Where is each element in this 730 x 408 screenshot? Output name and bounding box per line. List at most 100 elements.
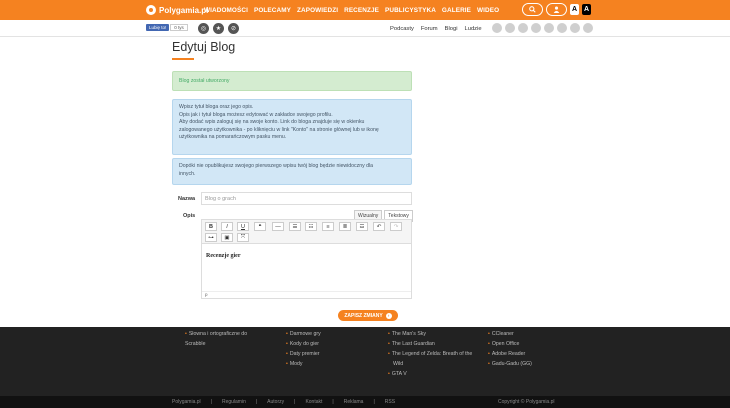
separator: |	[332, 399, 334, 405]
bottom-link-reklama[interactable]: Reklama	[344, 399, 364, 405]
note-alert: Dopóki nie opublikujesz swojego pierwsze…	[172, 158, 412, 185]
footer-column-1: • Słowna i ortograficzne do Scrabble	[185, 329, 247, 349]
copyright: Copyright © Polygamia.pl	[498, 399, 555, 405]
info-alert-line: zalogowanego użytkownika - po kliknięciu…	[179, 126, 379, 133]
save-changes-label: ZAPISZ ZMIANY	[344, 312, 383, 319]
editor-toolbar: B I U ❝ — ☰ ☷ ≡ ≣ ☲ ↶ ↷ ⊶ ▣ ⤧	[202, 220, 411, 244]
success-alert: Blog został utworzony	[172, 71, 412, 91]
link-icon[interactable]: ⊶	[205, 233, 217, 242]
footer-column-2: • Darmowe gry • Kody do gier • Daty premier…	[286, 329, 321, 369]
footer-link[interactable]: • Gadu-Gadu (GG)	[488, 359, 532, 369]
align-center-icon[interactable]: ≣	[339, 222, 351, 231]
undo-icon[interactable]: ↶	[373, 222, 385, 231]
footer-column-4: • CCleaner • Open Office • Adobe Reader • Ga…	[488, 329, 532, 369]
separator: |	[373, 399, 375, 405]
link-ludzie[interactable]: Ludzie	[465, 26, 482, 32]
main-content: Edytuj Blog Blog został utworzony Wpisz …	[0, 37, 730, 327]
social-icon-2[interactable]	[505, 23, 515, 33]
separator: |	[294, 399, 296, 405]
nav-galerie[interactable]: GALERIE	[442, 7, 471, 14]
numbered-list-icon[interactable]: ☷	[305, 222, 317, 231]
footer-link[interactable]: • Darmowe gry	[286, 329, 321, 339]
footer-link[interactable]: • Adobe Reader	[488, 349, 532, 359]
fullscreen-icon[interactable]: ⤧	[237, 233, 249, 242]
redo-icon[interactable]: ↷	[390, 222, 402, 231]
bottom-link-regulamin[interactable]: Regulamin	[222, 399, 246, 405]
bold-button[interactable]: B	[205, 222, 217, 231]
bottom-link-rss[interactable]: RSS	[385, 399, 395, 405]
nav-wideo[interactable]: WIDEO	[477, 7, 499, 14]
footer-link[interactable]: • Mody	[286, 359, 321, 369]
bottom-bar: Polygamia.pl | Regulamin | Autorzy | Kon…	[0, 396, 730, 408]
social-icon-7[interactable]	[570, 23, 580, 33]
star-icon[interactable]: ★	[213, 23, 224, 34]
bottom-link-home[interactable]: Polygamia.pl	[172, 399, 201, 405]
nav-recenzje[interactable]: RECENZJE	[344, 7, 379, 14]
facebook-like-button[interactable]: Lubię to!	[146, 24, 170, 31]
footer-link[interactable]: • GTA V	[388, 369, 472, 379]
horizontal-rule-icon[interactable]: —	[272, 222, 284, 231]
main-nav: WIADOMOŚCI POLECAMY ZAPOWIEDZI RECENZJE …	[204, 0, 499, 20]
social-icon-3[interactable]	[518, 23, 528, 33]
italic-button[interactable]: I	[221, 222, 233, 231]
bullet-list-icon[interactable]: ☰	[289, 222, 301, 231]
bottom-link-autorzy[interactable]: Autorzy	[267, 399, 284, 405]
contrast-light-button[interactable]: A	[570, 4, 579, 15]
social-icon-4[interactable]	[531, 23, 541, 33]
footer-link[interactable]: • Słowna i ortograficzne do	[185, 329, 247, 339]
search-button[interactable]	[522, 3, 543, 16]
bottom-link-kontakt[interactable]: Kontakt	[305, 399, 322, 405]
compass-icon[interactable]: ⊘	[228, 23, 239, 34]
nav-wiadomosci[interactable]: WIADOMOŚCI	[204, 7, 248, 14]
social-icon-5[interactable]	[544, 23, 554, 33]
footer-link[interactable]: • CCleaner	[488, 329, 532, 339]
nav-zapowiedzi[interactable]: ZAPOWIEDZI	[297, 7, 338, 14]
footer-link[interactable]: • The Last Guardian	[388, 339, 472, 349]
save-changes-button[interactable]: ZAPISZ ZMIANY ›	[338, 310, 398, 321]
link-podcasty[interactable]: Podcasty	[390, 26, 414, 32]
footer-link[interactable]: • Daty premier	[286, 349, 321, 359]
logo-text: Polygamia.pl	[159, 5, 209, 15]
editor-content[interactable]: Recenzje gier	[206, 253, 240, 259]
footer-link[interactable]: • The Man's Sky	[388, 329, 472, 339]
footer-column-3: • The Man's Sky • The Last Guardian • The L…	[388, 329, 472, 379]
description-editor[interactable]: B I U ❝ — ☰ ☷ ≡ ≣ ☲ ↶ ↷ ⊶ ▣ ⤧ Recenzje g…	[201, 219, 412, 299]
blog-name-input[interactable]: Blog o grach	[201, 192, 412, 205]
info-alert-line: użytkownika na pomarańczowym pasku menu.	[179, 134, 287, 140]
title-underline	[172, 58, 194, 60]
footer-link[interactable]: Wild	[388, 359, 472, 369]
social-icon-1[interactable]	[492, 23, 502, 33]
footer: • Słowna i ortograficzne do Scrabble • Dar…	[0, 327, 730, 396]
chat-icon[interactable]: ◎	[198, 23, 209, 34]
underline-button[interactable]: U	[237, 222, 249, 231]
social-icon-6[interactable]	[557, 23, 567, 33]
arrow-right-icon: ›	[385, 312, 392, 319]
image-icon[interactable]: ▣	[221, 233, 233, 242]
align-right-icon[interactable]: ☲	[356, 222, 368, 231]
link-blogi[interactable]: Blogi	[445, 26, 458, 32]
nav-polecamy[interactable]: POLECAMY	[254, 7, 291, 14]
info-alert: Wpisz tytuł bloga oraz jego opis. Opis j…	[172, 99, 412, 155]
quick-icons: ◎ ★ ⊘	[198, 23, 239, 34]
social-icon-8[interactable]	[583, 23, 593, 33]
top-navigation-bar: Polygamia.pl WIADOMOŚCI POLECAMY ZAPOWIE…	[0, 0, 730, 20]
info-alert-line: Opis jak i tytuł bloga możesz edytować w…	[179, 111, 333, 118]
secondary-links: Podcasty Forum Blogi Ludzie	[390, 20, 482, 37]
info-alert-line: Aby dodać wpis zaloguj się na swoje kont…	[179, 119, 365, 125]
footer-link[interactable]: Scrabble	[185, 339, 247, 349]
note-alert-line: Dopóki nie opublikujesz swojego pierwsze…	[179, 163, 374, 169]
footer-link[interactable]: • Open Office	[488, 339, 532, 349]
link-forum[interactable]: Forum	[421, 26, 438, 32]
quote-icon[interactable]: ❝	[254, 222, 266, 231]
footer-link[interactable]: • Kody do gier	[286, 339, 321, 349]
name-label: Nazwa	[178, 196, 196, 202]
nav-publicystyka[interactable]: PUBLICYSTYKA	[385, 7, 436, 14]
user-icon	[553, 6, 560, 13]
page-title: Edytuj Blog	[172, 40, 236, 54]
separator: |	[210, 399, 212, 405]
site-logo[interactable]: Polygamia.pl	[146, 4, 208, 16]
footer-link[interactable]: • The Legend of Zelda: Breath of the	[388, 349, 472, 359]
align-left-icon[interactable]: ≡	[322, 222, 334, 231]
user-button[interactable]	[546, 3, 567, 16]
contrast-dark-button[interactable]: A	[582, 4, 591, 15]
